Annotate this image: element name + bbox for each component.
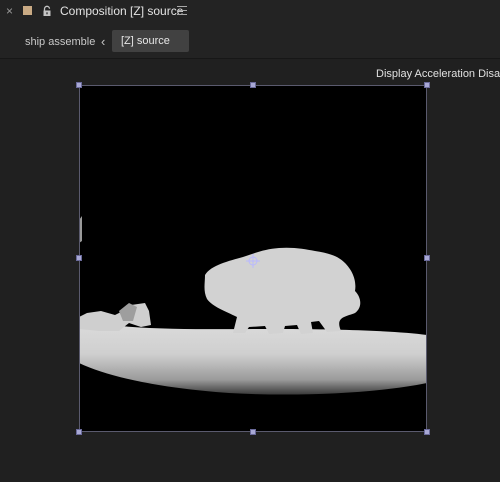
- transform-handle-top-left[interactable]: [76, 82, 82, 88]
- transform-handle-bottom-left[interactable]: [76, 429, 82, 435]
- transform-handle-right[interactable]: [424, 255, 430, 261]
- hamburger-menu-icon[interactable]: [177, 6, 187, 15]
- composition-breadcrumb: ship assemble ‹ [Z] source: [0, 25, 500, 58]
- breadcrumb-current[interactable]: [Z] source: [112, 30, 189, 52]
- transform-handle-top[interactable]: [250, 82, 256, 88]
- chevron-left-icon: ‹: [101, 34, 106, 49]
- composition-panel: × Composition [Z] source ship assemble ‹…: [0, 0, 500, 482]
- breadcrumb-parent[interactable]: ship assemble: [25, 36, 95, 48]
- display-acceleration-status: Display Acceleration Disabled: [376, 68, 500, 80]
- depth-render-image: [79, 85, 427, 432]
- panel-tab-header: × Composition [Z] source: [0, 0, 500, 24]
- label-color-swatch[interactable]: [23, 6, 32, 15]
- transform-handle-bottom-right[interactable]: [424, 429, 430, 435]
- transform-handle-left[interactable]: [76, 255, 82, 261]
- panel-tab-title[interactable]: Composition [Z] source: [60, 4, 183, 18]
- close-icon[interactable]: ×: [6, 4, 13, 18]
- transform-handle-top-right[interactable]: [424, 82, 430, 88]
- transform-handle-bottom[interactable]: [250, 429, 256, 435]
- lock-icon[interactable]: [41, 4, 53, 16]
- composition-frame[interactable]: [79, 85, 427, 432]
